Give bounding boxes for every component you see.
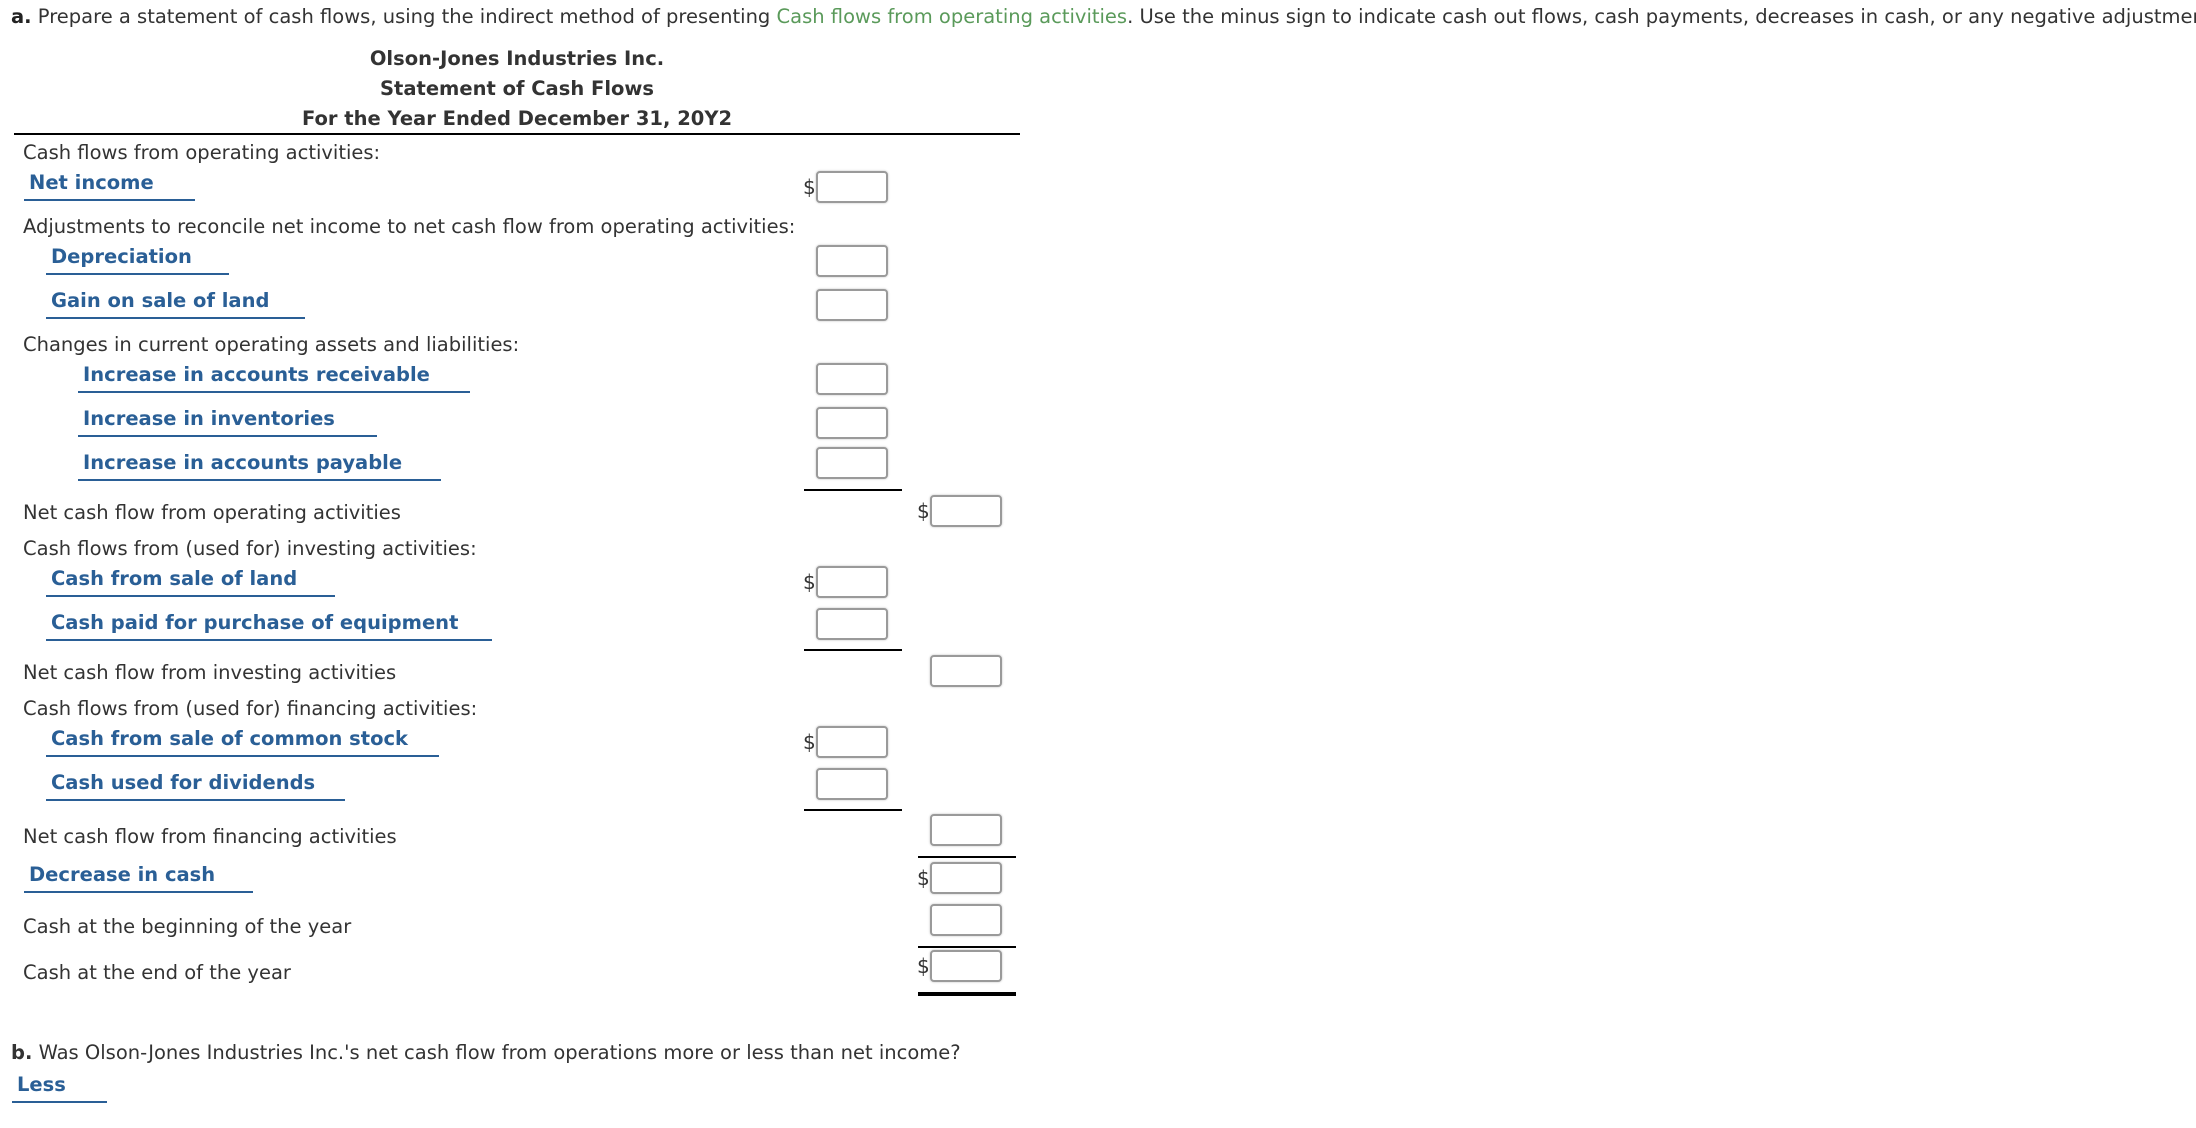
dollar-sign: $	[917, 866, 930, 890]
question-b: b. Was Olson-Jones Industries Inc.'s net…	[11, 1041, 961, 1064]
question-b-text: Was Olson-Jones Industries Inc.'s net ca…	[32, 1041, 961, 1064]
increase-ap-select-value: Increase in accounts payable	[78, 451, 441, 481]
double-underline-rule	[918, 992, 1016, 996]
cash-dividends-select[interactable]: Cash used for dividends	[46, 771, 345, 801]
dollar-sign: $	[803, 730, 816, 754]
cash-purchase-equipment-select-value: Cash paid for purchase of equipment	[46, 611, 492, 641]
dollar-sign: $	[803, 175, 816, 199]
cash-dividends-select-value: Cash used for dividends	[46, 771, 345, 801]
dollar-sign: $	[917, 954, 930, 978]
cash-sale-land-input[interactable]	[816, 566, 888, 598]
more-less-select[interactable]: Less	[12, 1073, 107, 1103]
instruction-a: a. Prepare a statement of cash flows, us…	[11, 5, 2196, 28]
net-income-input[interactable]	[816, 171, 888, 203]
depreciation-input[interactable]	[816, 245, 888, 277]
header-divider	[14, 133, 1020, 135]
net-operating-input[interactable]	[930, 495, 1002, 527]
net-income-select-value: Net income	[24, 171, 195, 201]
cash-beginning-input[interactable]	[930, 904, 1002, 936]
operating-activities-link[interactable]: Cash flows from operating activities	[777, 5, 1128, 28]
increase-inventories-select-value: Increase in inventories	[78, 407, 377, 437]
net-financing-label: Net cash flow from financing activities	[23, 825, 397, 848]
net-investing-label: Net cash flow from investing activities	[23, 661, 397, 684]
increase-inventories-input[interactable]	[816, 407, 888, 439]
gain-on-sale-select[interactable]: Gain on sale of land	[46, 289, 305, 319]
cash-dividends-input[interactable]	[816, 768, 888, 800]
increase-inventories-select[interactable]: Increase in inventories	[78, 407, 377, 437]
operating-activities-header: Cash flows from operating activities:	[23, 141, 381, 164]
cash-end-input[interactable]	[930, 950, 1002, 982]
gain-on-sale-select-value: Gain on sale of land	[46, 289, 305, 319]
gain-on-sale-input[interactable]	[816, 289, 888, 321]
statement-title: Statement of Cash Flows	[379, 77, 655, 100]
subtotal-rule	[804, 649, 902, 651]
depreciation-select-value: Depreciation	[46, 245, 229, 275]
cash-sale-stock-select[interactable]: Cash from sale of common stock	[46, 727, 439, 757]
financing-activities-header: Cash flows from (used for) financing act…	[23, 697, 478, 720]
net-investing-input[interactable]	[930, 655, 1002, 687]
decrease-cash-select-value: Decrease in cash	[24, 863, 253, 893]
decrease-cash-select[interactable]: Decrease in cash	[24, 863, 253, 893]
cash-purchase-equipment-input[interactable]	[816, 608, 888, 640]
net-income-select[interactable]: Net income	[24, 171, 195, 201]
dollar-sign: $	[803, 570, 816, 594]
part-a-label: a.	[11, 5, 32, 28]
net-operating-label: Net cash flow from operating activities	[23, 501, 401, 524]
instruction-text-1: Prepare a statement of cash flows, using…	[31, 5, 777, 28]
increase-ar-select-value: Increase in accounts receivable	[78, 363, 470, 393]
changes-header: Changes in current operating assets and …	[23, 333, 520, 356]
increase-ap-input[interactable]	[816, 447, 888, 479]
cash-beginning-label: Cash at the beginning of the year	[23, 915, 352, 938]
statement-period: For the Year Ended December 31, 20Y2	[301, 107, 733, 130]
subtotal-rule	[804, 489, 902, 491]
part-b-label: b.	[11, 1041, 33, 1064]
instruction-text-2: . Use the minus sign to indicate cash ou…	[1127, 5, 2196, 28]
cash-purchase-equipment-select[interactable]: Cash paid for purchase of equipment	[46, 611, 492, 641]
cash-sale-land-select[interactable]: Cash from sale of land	[46, 567, 335, 597]
company-name: Olson-Jones Industries Inc.	[369, 47, 665, 70]
net-financing-input[interactable]	[930, 814, 1002, 846]
increase-ar-input[interactable]	[816, 363, 888, 395]
adjustments-header: Adjustments to reconcile net income to n…	[23, 215, 796, 238]
depreciation-select[interactable]: Depreciation	[46, 245, 229, 275]
cash-sale-stock-input[interactable]	[816, 726, 888, 758]
subtotal-rule	[804, 809, 902, 811]
investing-activities-header: Cash flows from (used for) investing act…	[23, 537, 477, 560]
decrease-cash-input[interactable]	[930, 862, 1002, 894]
total-rule	[918, 946, 1016, 948]
more-less-select-value: Less	[12, 1073, 107, 1103]
increase-ar-select[interactable]: Increase in accounts receivable	[78, 363, 470, 393]
cash-end-label: Cash at the end of the year	[23, 961, 291, 984]
cash-sale-land-select-value: Cash from sale of land	[46, 567, 335, 597]
cash-sale-stock-select-value: Cash from sale of common stock	[46, 727, 439, 757]
total-rule	[918, 856, 1016, 858]
increase-ap-select[interactable]: Increase in accounts payable	[78, 451, 441, 481]
dollar-sign: $	[917, 499, 930, 523]
